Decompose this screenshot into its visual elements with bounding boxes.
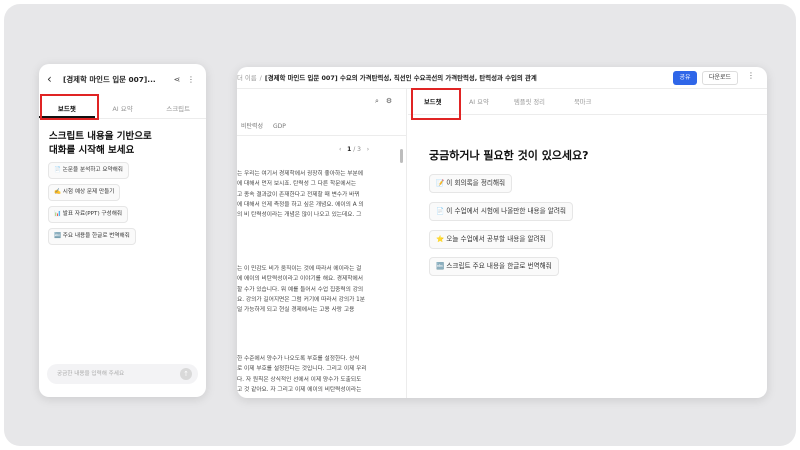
script-line: 에 에이의 비탄력성이라고 이야기를 해요. 경제학에서 — [237, 276, 363, 283]
screenshot-background: ‹ [경제학 마인드 입문 007]... ⋖ ⋮ 보드챗 AI 요약 스크립트… — [4, 4, 796, 446]
highlight-box — [411, 88, 461, 120]
script-toolbar: ⌕ ⚙ — [375, 97, 399, 106]
script-line: 고 것 같아요. 자 그리고 이제 에이의 비탄력성이라는 — [237, 386, 362, 393]
settings-icon[interactable]: ⚙ — [386, 97, 392, 105]
chat-input[interactable]: 궁금한 내용을 입력해 주세요 ↑ — [47, 364, 198, 384]
script-line: 다. 자 원칙은 상식적인 선에서 이제 양수가 도출되도 — [237, 376, 362, 383]
mobile-app-panel: ‹ [경제학 마인드 입문 007]... ⋖ ⋮ 보드챗 AI 요약 스크립트… — [39, 64, 206, 397]
divider — [237, 135, 406, 136]
script-line: 한 수준에서 양수가 나오도록 부호를 설정한다. 상식 — [237, 356, 360, 362]
script-line: 요. 강의가 길어지면은 그럼 커기에 따라서 강의가 1분 — [237, 296, 365, 303]
script-line: 고 종속 결과값이 존재한다고 전제할 때 변수가 바뀌 — [237, 191, 360, 198]
script-line: 에 대해서 먼저 보시죠. 탄력성 그 다른 학문에서는 — [237, 181, 357, 188]
page-navigator: ‹ 1 / 3 › — [339, 146, 369, 153]
download-button[interactable]: 다운로드 — [702, 71, 738, 85]
script-line: 덜 가능하게 되고 현실 경제에서는 고용 사랑 고용 — [237, 307, 355, 314]
tab-ai-summary[interactable]: AI 요약 — [95, 97, 151, 118]
chat-input-placeholder: 궁금한 내용을 입력해 주세요 — [57, 371, 125, 377]
mobile-heading-line1: 스크립트 내용을 기반으로 — [49, 131, 152, 142]
chat-prompt-heading: 궁금하거나 필요한 것이 있으세요? — [429, 149, 589, 162]
more-options-icon[interactable]: ⋮ — [747, 71, 755, 80]
send-arrow-icon[interactable]: ↑ — [180, 368, 192, 380]
mobile-page-title: [경제학 마인드 입문 007]... — [63, 74, 156, 84]
scrollbar[interactable] — [400, 149, 403, 163]
script-line: 는 우리는 여기서 경제학에서 굉장히 좋아하는 부분에 — [237, 171, 363, 177]
script-pane: ⌕ ⚙ 비탄력성 GDP ‹ 1 / 3 › 는 우리는 여기서 경제학에서 굉장… — [237, 89, 407, 398]
script-line: 의 비 탄력성이라는 개념은 많이 나오고 있는데요. 그 — [237, 212, 362, 219]
suggestion-chip[interactable]: 🔤 스크립트 주요 내용을 한글로 번역해줘 — [429, 257, 559, 276]
back-arrow-icon[interactable]: ‹ — [47, 72, 61, 86]
keyword-tag[interactable]: 비탄력성 — [241, 123, 263, 130]
script-line: 에 대해서 인제 측정을 하고 싶은 개념요. 에이의 A 의 — [237, 201, 364, 208]
more-options-icon[interactable]: ⋮ — [184, 75, 198, 84]
share-button[interactable]: 공유 — [673, 71, 697, 85]
tab-template-summary[interactable]: 템플릿 정리 — [514, 97, 545, 106]
keyword-tag[interactable]: GDP — [273, 123, 286, 130]
suggestion-chip[interactable]: ✍️ 시험 예상 문제 만들기 — [48, 184, 121, 201]
suggestion-chip[interactable]: 📝 이 회의록을 정리해줘 — [429, 174, 513, 193]
share-icon[interactable]: ⋖ — [170, 75, 184, 84]
chat-pane: 보드챗 AI 요약 템플릿 정리 북마크 궁금하거나 필요한 것이 있으세요? … — [408, 88, 767, 398]
search-icon[interactable]: ⌕ — [375, 97, 379, 105]
script-line: 할 수가 있습니다. 뭐 예를 들어서 수업 집중력의 강의 — [237, 286, 364, 293]
breadcrumb: 더 이름 / [경제학 마인드 입문 007] 수요의 가격탄력성, 직선인 수요곡… — [237, 74, 537, 82]
tab-ai-summary[interactable]: AI 요약 — [469, 97, 489, 106]
current-page: 1 — [347, 146, 352, 153]
desktop-top-bar: 더 이름 / [경제학 마인드 입문 007] 수요의 가격탄력성, 직선인 수요곡… — [237, 67, 767, 89]
total-pages: / 3 — [353, 146, 361, 153]
suggestion-chip[interactable]: 📊 발표 자료(PPT) 구성해줘 — [48, 206, 128, 223]
suggestion-chip[interactable]: ⭐ 오늘 수업에서 공부할 내용을 알려줘 — [429, 230, 553, 249]
suggestion-chip[interactable]: 🔤 주요 내용을 한글로 번역해줘 — [48, 228, 136, 245]
highlight-box — [40, 94, 99, 120]
prev-page-icon[interactable]: ‹ — [339, 146, 341, 153]
script-paragraph: 는 우리는 여기서 경제학에서 굉장히 좋아하는 부분에 에 대해서 먼저 보시… — [237, 169, 387, 220]
mobile-header: ‹ [경제학 마인드 입문 007]... ⋖ ⋮ — [39, 64, 206, 94]
keyword-tags: 비탄력성 GDP — [241, 121, 294, 130]
desktop-tab-bar: 보드챗 AI 요약 템플릿 정리 북마크 — [408, 89, 767, 115]
next-page-icon[interactable]: › — [367, 146, 369, 153]
suggestion-chip[interactable]: 📄 논문을 분석하고 요약해줘 — [48, 162, 129, 179]
script-paragraph: 한 수준에서 양수가 나오도록 부호를 설정한다. 상식 로 이제 부호를 설정… — [237, 354, 387, 395]
mobile-heading-line2: 대화를 시작해 보세요 — [49, 145, 135, 156]
script-line: 는 이 민감도 비가 움직이는 것에 따라서 에이라는 걸 — [237, 266, 362, 272]
page-title: [경제학 마인드 입문 007] 수요의 가격탄력성, 직선인 수요곡선의 가격… — [264, 74, 537, 82]
desktop-app-panel: 더 이름 / [경제학 마인드 입문 007] 수요의 가격탄력성, 직선인 수요곡… — [237, 67, 767, 398]
tab-script[interactable]: 스크립트 — [150, 97, 206, 118]
breadcrumb-prefix[interactable]: 더 이름 — [237, 74, 257, 82]
tab-bookmark[interactable]: 북마크 — [574, 97, 591, 106]
suggestion-chip[interactable]: 📄 이 수업에서 시험에 나올만한 내용을 알려줘 — [429, 202, 573, 221]
script-paragraph: 는 이 민감도 비가 움직이는 것에 따라서 에이라는 걸 에 에이의 비탄력성… — [237, 264, 387, 315]
mobile-prompt-heading: 스크립트 내용을 기반으로 대화를 시작해 보세요 — [49, 130, 199, 158]
script-line: 로 이제 부호를 설정한다는 것입니다. 그리고 이제 우리 — [237, 366, 367, 373]
